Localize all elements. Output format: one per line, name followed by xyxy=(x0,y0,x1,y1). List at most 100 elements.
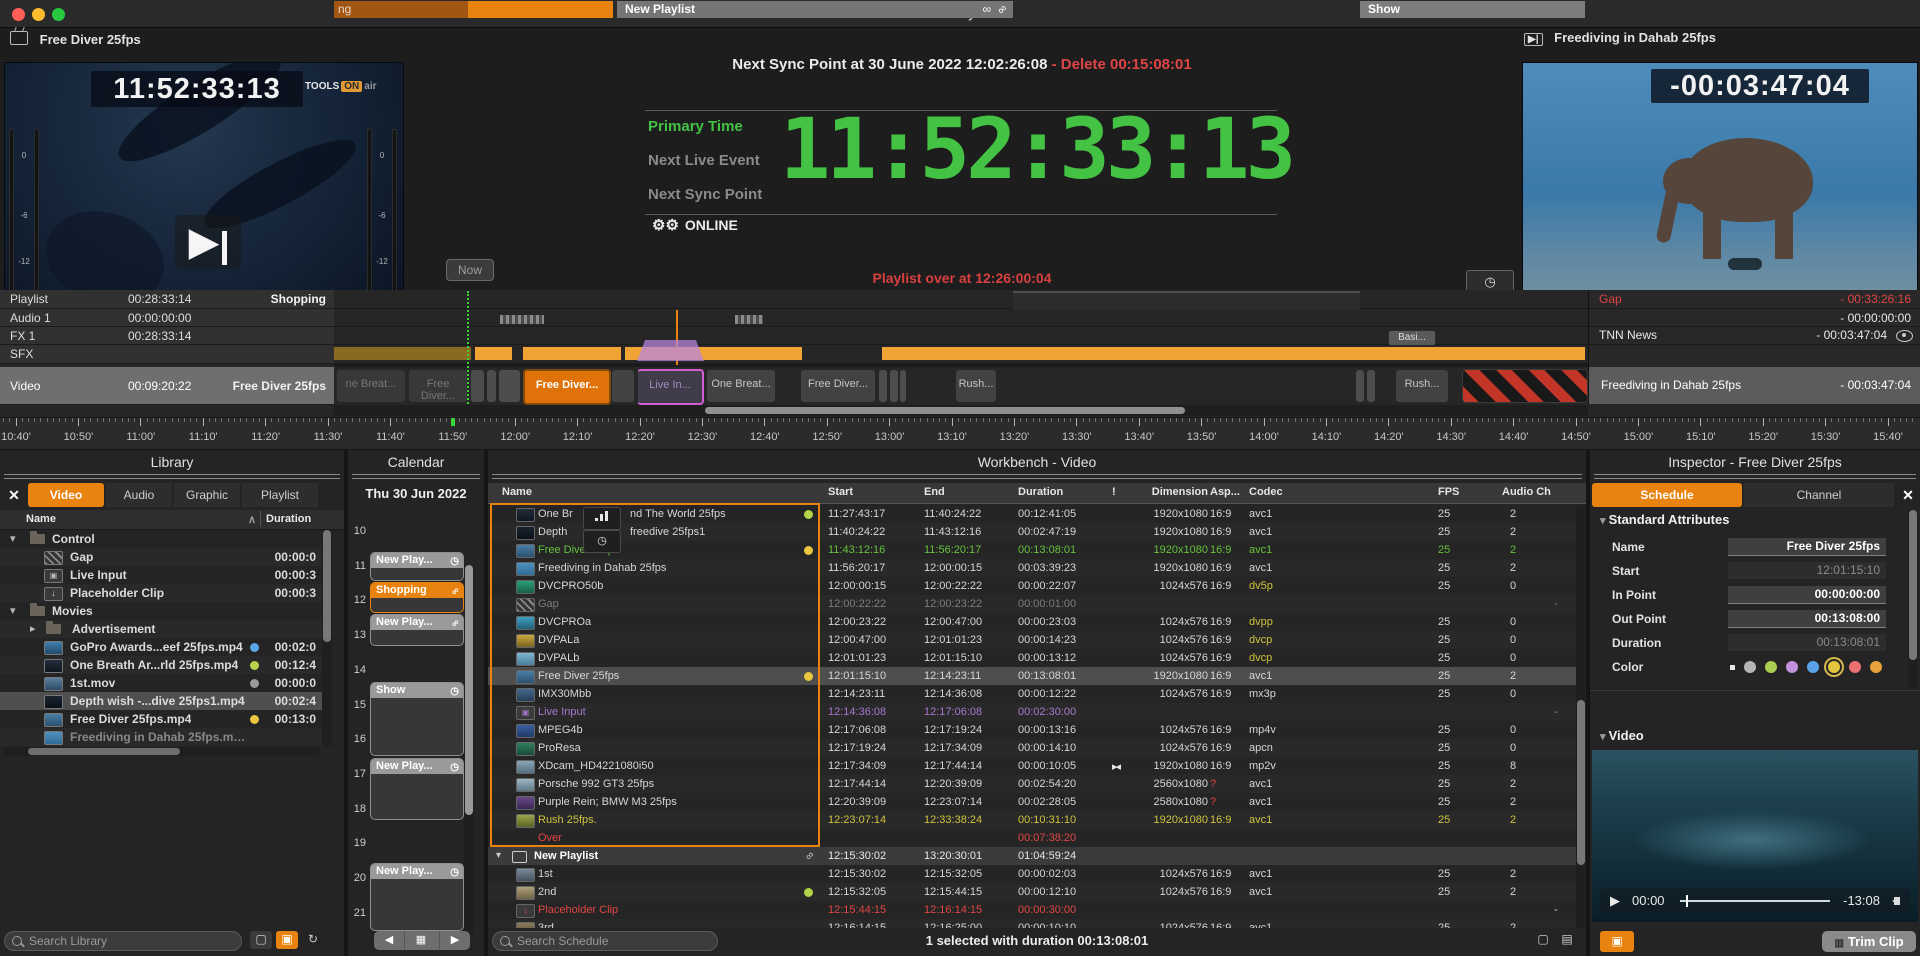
color-swatch[interactable] xyxy=(1870,661,1882,673)
table-row[interactable]: 1st12:15:30:0212:15:32:0500:00:02:031024… xyxy=(488,865,1578,883)
loudness-chart-button[interactable] xyxy=(583,507,621,530)
search-library-input[interactable]: Search Library xyxy=(4,931,242,951)
column-header-dur[interactable]: Duration xyxy=(1018,486,1063,498)
playlist-block-new-playlist[interactable]: New Playlist ∞ ∞ xyxy=(617,1,1013,18)
view-list-button[interactable]: ▤ xyxy=(1556,931,1578,949)
calendar-event-newplay[interactable]: New Play...∞ xyxy=(370,614,464,646)
column-divider[interactable] xyxy=(260,511,261,527)
color-swatch[interactable] xyxy=(1807,661,1819,673)
calendar-event-shopping[interactable]: Shopping∞ xyxy=(370,582,464,613)
primary-time-label[interactable]: Primary Time xyxy=(648,118,743,135)
sort-asc-icon[interactable]: ∧ xyxy=(248,513,256,526)
library-h-scrollbar[interactable] xyxy=(4,747,320,756)
color-swatch[interactable] xyxy=(1849,661,1861,673)
trim-clip-button[interactable]: ▥Trim Clip xyxy=(1822,931,1916,952)
video-clip[interactable] xyxy=(899,369,907,403)
table-row[interactable]: Free Diver 25fps12:01:15:1012:14:23:1100… xyxy=(488,667,1578,685)
table-row[interactable]: Free Diver 25fps11:43:12:1611:56:20:1700… xyxy=(488,541,1578,559)
table-row[interactable]: ▾New Playlist∞12:15:30:0213:20:30:0101:0… xyxy=(488,847,1578,865)
table-row[interactable]: ProResa12:17:19:2412:17:34:0900:00:14:10… xyxy=(488,739,1578,757)
dual-monitor-button[interactable]: ▢ xyxy=(250,931,272,949)
column-duration[interactable]: Duration xyxy=(266,513,311,525)
player-slider-handle[interactable] xyxy=(1686,895,1688,907)
video-clip[interactable] xyxy=(498,369,521,403)
track-row-header-playlist[interactable]: Playlist00:28:33:14Shopping xyxy=(0,290,334,309)
column-header-dim[interactable]: Dimension xyxy=(1131,486,1208,498)
workbench-v-scrollbar[interactable] xyxy=(1576,505,1585,928)
scrollbar-thumb[interactable] xyxy=(323,530,331,642)
tab-playlist[interactable]: Playlist xyxy=(242,483,318,507)
video-clip[interactable]: Free Diver... xyxy=(408,369,468,403)
library-row[interactable]: ▸Advertisement xyxy=(0,620,322,638)
calendar-event-newplay[interactable]: New Play...◷ xyxy=(370,552,464,581)
sfx-segment[interactable] xyxy=(334,347,471,360)
video-clip[interactable] xyxy=(889,369,899,403)
inspector-close-button[interactable]: ✕ xyxy=(1898,483,1918,507)
fx-clip-basic[interactable]: Basi... xyxy=(1388,330,1436,346)
table-row[interactable]: Depthfreedive 25fps111:40:24:2211:43:12:… xyxy=(488,523,1578,541)
calendar-event-show[interactable]: Show◷ xyxy=(370,682,464,756)
color-swatch[interactable] xyxy=(1744,661,1756,673)
library-row[interactable]: ▾Movies xyxy=(0,602,322,620)
timeline-ruler[interactable]: 10:40'10:50'11:00'11:10'11:20'11:30'11:4… xyxy=(0,417,1920,449)
video-clip[interactable]: Rush... xyxy=(1395,369,1449,403)
calendar-date[interactable]: Thu 30 Jun 2022 xyxy=(348,486,484,501)
track-row-header-video[interactable]: Video00:09:20:22Free Diver 25fps xyxy=(0,367,334,405)
tree-caret-icon[interactable]: ▾ xyxy=(496,850,501,861)
tab-schedule[interactable]: Schedule xyxy=(1592,483,1742,507)
column-header-asp[interactable]: Asp... xyxy=(1210,486,1240,498)
channel2-preview[interactable]: -00:03:47:04 xyxy=(1522,62,1918,300)
playlist-block-shopping-remaining[interactable] xyxy=(468,1,613,18)
table-row[interactable]: Rush 25fps.12:23:07:1412:33:38:2400:10:3… xyxy=(488,811,1578,829)
track-row-header-fx1[interactable]: FX 100:28:33:14 xyxy=(0,327,334,345)
tab-audio[interactable]: Audio xyxy=(106,483,172,507)
video-clip[interactable] xyxy=(1366,369,1376,403)
view-single-button[interactable]: ▢ xyxy=(1532,931,1554,949)
track-row-header-sfx[interactable]: SFX xyxy=(0,345,334,364)
field-value-out-point[interactable]: 00:13:08:00 xyxy=(1728,610,1886,628)
library-row[interactable]: 1st.mov00:00:0 xyxy=(0,674,322,692)
column-header-start[interactable]: Start xyxy=(828,486,853,498)
section-video[interactable]: ▾ Video xyxy=(1600,728,1644,743)
eye-icon[interactable] xyxy=(1896,330,1913,342)
table-row[interactable]: DVPALb12:01:01:2312:01:15:1000:00:13:121… xyxy=(488,649,1578,667)
color-swatch[interactable] xyxy=(1786,661,1798,673)
next-live-event-label[interactable]: Next Live Event xyxy=(648,152,760,169)
table-row[interactable]: ▣Live Input12:14:36:0812:17:06:0800:02:3… xyxy=(488,703,1578,721)
library-row[interactable]: Freediving in Dahab 25fps.mp4 xyxy=(0,728,322,746)
video-clip[interactable]: Free Diver... xyxy=(523,369,611,405)
calendar-event-newplay[interactable]: New Play...◷ xyxy=(370,758,464,820)
calendar-v-scrollbar[interactable] xyxy=(464,565,474,935)
channel1-preview[interactable]: 11:52:33:13 TOOLSONair ▶ 0-6-12-20-30-∞ … xyxy=(4,62,404,300)
scrollbar-thumb[interactable] xyxy=(28,748,180,755)
table-row[interactable]: DVCPRO50b12:00:00:1512:00:22:2200:00:22:… xyxy=(488,577,1578,595)
workbench-column-header[interactable]: NameStartEndDuration!DimensionAsp...Code… xyxy=(488,483,1586,504)
library-row[interactable]: Free Diver 25fps.mp400:13:0 xyxy=(0,710,322,728)
field-value-name[interactable]: Free Diver 25fps xyxy=(1728,538,1886,556)
field-value-in-point[interactable]: 00:00:00:00 xyxy=(1728,586,1886,604)
library-row[interactable]: One Breath Ar...rld 25fps.mp400:12:4 xyxy=(0,656,322,674)
playlist-block-show[interactable]: Show xyxy=(1360,1,1585,18)
tree-caret-icon[interactable]: ▸ xyxy=(30,622,36,635)
calendar-next-button[interactable]: ▶ xyxy=(439,931,470,950)
column-header-fps[interactable]: FPS xyxy=(1438,486,1459,498)
sfx-segment[interactable] xyxy=(523,347,621,360)
table-row[interactable]: Gap12:00:22:2212:00:23:2200:00:01:00- xyxy=(488,595,1578,613)
video-clip[interactable]: One Breat... xyxy=(706,369,776,403)
table-row[interactable]: MPEG4b12:17:06:0812:17:19:2400:00:13:161… xyxy=(488,721,1578,739)
inspector-toggle-button[interactable]: ▣ xyxy=(1600,931,1634,952)
table-row[interactable]: DVCPROa12:00:23:2212:00:47:0000:00:23:03… xyxy=(488,613,1578,631)
library-row[interactable]: ▣Live Input00:00:3 xyxy=(0,566,322,584)
video-clip[interactable] xyxy=(611,369,635,403)
column-header-end[interactable]: End xyxy=(924,486,945,498)
video-clip[interactable] xyxy=(1355,369,1365,403)
table-row[interactable]: One Brnd The World 25fps11:27:43:1711:40… xyxy=(488,505,1578,523)
table-row[interactable]: Freediving in Dahab 25fps11:56:20:1712:0… xyxy=(488,559,1578,577)
table-row[interactable]: Porsche 992 GT3 25fps12:17:44:1412:20:39… xyxy=(488,775,1578,793)
calendar-view-button[interactable]: ▦ xyxy=(405,931,437,950)
color-swatch[interactable] xyxy=(1730,665,1735,670)
timeline-h-scrollbar[interactable] xyxy=(334,405,1588,416)
tab-graphic[interactable]: Graphic xyxy=(174,483,240,507)
tab-channel[interactable]: Channel xyxy=(1744,483,1894,507)
color-swatch[interactable] xyxy=(1765,661,1777,673)
